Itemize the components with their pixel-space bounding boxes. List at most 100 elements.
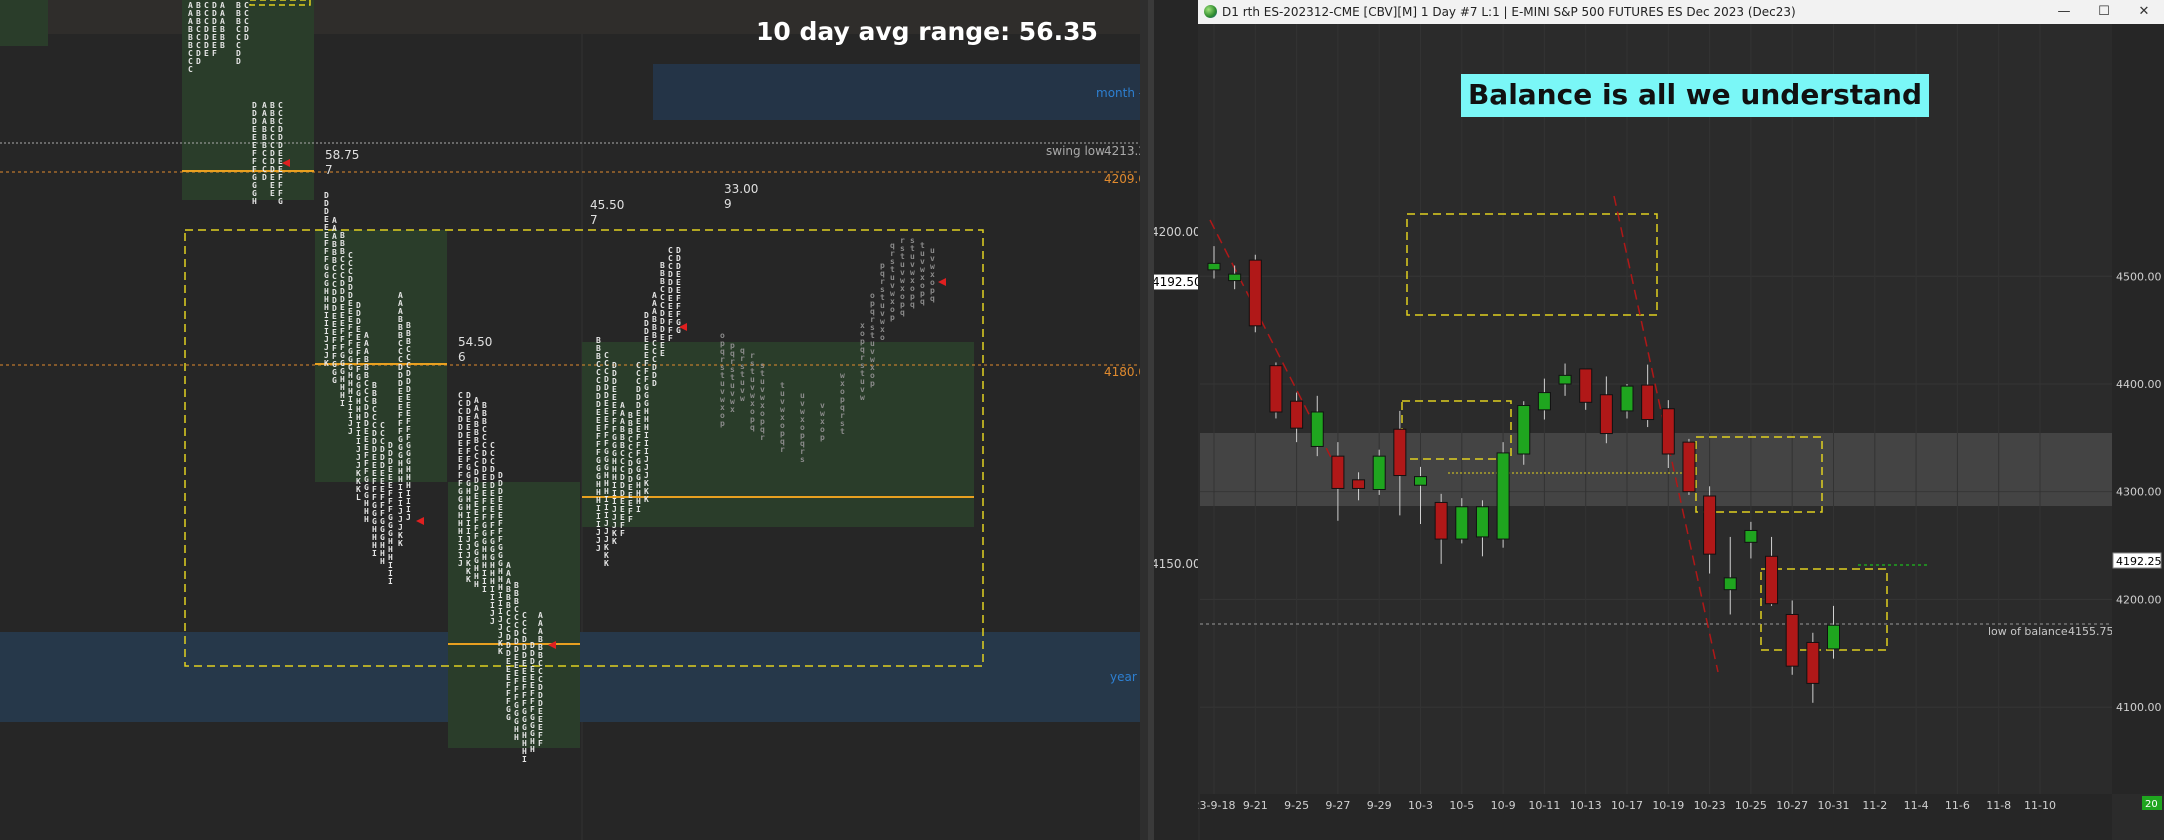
- tpo-letter: p: [820, 433, 825, 442]
- swing-low-label: swing low: [1046, 144, 1105, 158]
- candle-up: [1558, 374, 1572, 385]
- x-tick-label: 11-10: [2024, 799, 2056, 812]
- tpo-letter: p: [870, 379, 875, 388]
- tpo-letter: F: [538, 739, 543, 748]
- x-tick-label: 10-31: [1818, 799, 1850, 812]
- candle-down: [1785, 613, 1799, 667]
- tpo-letter: J: [458, 559, 463, 568]
- tpo-letter: K: [498, 647, 503, 656]
- tpo-letter: E: [204, 49, 209, 58]
- trading-workspace: AAABBBCCCBBBCCCDDCCCDDDEDDDEEEFAAABBBBBB…: [0, 0, 2164, 840]
- axis-tick: 4200.00: [1151, 225, 1201, 239]
- tpo-letter: K: [612, 537, 617, 546]
- tpo-letter: F: [212, 49, 217, 58]
- tpo-letter: D: [652, 379, 657, 388]
- x-axis: 23-9-18 9-21 9-25 9-27 9-29 10-3 10-5 10-9 10-11…: [1198, 799, 2056, 812]
- tpo-letter: p: [720, 419, 725, 428]
- value-area-0: [0, 0, 48, 46]
- x-tick-label: 10-11: [1528, 799, 1560, 812]
- minimize-button[interactable]: —: [2044, 0, 2084, 24]
- session-count: 7: [325, 163, 333, 177]
- axis-tick: 4150.00: [1151, 557, 1201, 571]
- tpo-letter: p: [890, 313, 895, 322]
- globe-icon: [1204, 5, 1217, 18]
- tpo-letter: I: [388, 577, 393, 586]
- tpo-letter: J: [490, 617, 495, 626]
- left-price-axis[interactable]: [1140, 0, 1148, 840]
- tpo-letter: I: [340, 399, 345, 408]
- tpo-letter: H: [364, 515, 369, 524]
- tpo-letter: D: [244, 33, 249, 42]
- price-axis: [2112, 24, 2164, 794]
- maximize-button[interactable]: ☐: [2084, 0, 2124, 24]
- candle-down: [1703, 495, 1717, 555]
- candle-up: [1207, 262, 1221, 271]
- plot-area: [1200, 24, 2112, 794]
- x-tick-label: 11-6: [1945, 799, 1970, 812]
- window-titlebar[interactable]: D1 rth ES-202312-CME [CBV][M] 1 Day #7 L…: [1198, 0, 2164, 24]
- candle-down: [1661, 408, 1675, 455]
- tpo-letter: r: [760, 433, 765, 442]
- candle-down: [1641, 384, 1655, 421]
- left-axis-labels: 4200.00 4150.00 4192.50: [1148, 0, 1205, 840]
- daily-chart-window[interactable]: D1 rth ES-202312-CME [CBV][M] 1 Day #7 L…: [1198, 0, 2164, 840]
- x-tick-label: 10-3: [1408, 799, 1433, 812]
- tpo-letter: B: [220, 41, 225, 50]
- tpo-letter: F: [668, 334, 673, 343]
- poc-marker: [416, 517, 424, 525]
- tpo-letter: t: [840, 427, 845, 436]
- x-tick-label: 10-17: [1611, 799, 1643, 812]
- candle-up: [1310, 411, 1324, 447]
- x-tick-label: 10-5: [1449, 799, 1474, 812]
- tpo-letter: o: [880, 333, 885, 342]
- y-tick-label: 4500.00: [2116, 270, 2162, 283]
- candle-up: [1827, 624, 1840, 650]
- candle-down: [1331, 455, 1345, 489]
- x-tick-label: 10-19: [1652, 799, 1684, 812]
- candle-down: [1579, 368, 1593, 403]
- x-tick-label: 10-9: [1491, 799, 1516, 812]
- market-profile-chart[interactable]: AAABBBCCCBBBCCCDDCCCDDDEDDDEEEFAAABBBBBB…: [0, 0, 1148, 840]
- tpo-letter: H: [252, 197, 257, 206]
- candle-down: [1682, 441, 1696, 493]
- x-tick-label: 10-25: [1735, 799, 1767, 812]
- session-range: 58.75: [325, 148, 359, 162]
- candle-up: [1744, 529, 1758, 543]
- x-tick-label: 11-2: [1862, 799, 1887, 812]
- x-tick-label: 9-29: [1367, 799, 1392, 812]
- tpo-letter: q: [900, 308, 905, 317]
- candlestick-chart[interactable]: low of balance 4155.75 Balance is all we…: [1198, 24, 2164, 840]
- tpo-letter: q: [910, 300, 915, 309]
- candle-up: [1723, 577, 1737, 591]
- pane-divider[interactable]: [1148, 0, 1154, 840]
- session-count: 7: [590, 213, 598, 227]
- candle-up: [1517, 405, 1531, 455]
- tpo-letter: G: [332, 376, 337, 385]
- x-tick-label: 9-25: [1284, 799, 1309, 812]
- close-button[interactable]: ✕: [2124, 0, 2164, 24]
- tpo-letter: E: [660, 349, 665, 358]
- tpo-letter: q: [920, 297, 925, 306]
- x-tick-label: 11-8: [1986, 799, 2011, 812]
- session-range: 45.50: [590, 198, 624, 212]
- month-zone: [653, 64, 1140, 120]
- tpo-letter: s: [800, 455, 805, 464]
- candle-up: [1414, 476, 1427, 486]
- tpo-letter: G: [278, 197, 283, 206]
- x-tick-label: 10-23: [1694, 799, 1726, 812]
- market-profile-canvas[interactable]: AAABBBCCCBBBCCCDDCCCDDDEDDDEEEFAAABBBBBB…: [0, 0, 1148, 840]
- session-count: 9: [724, 197, 732, 211]
- tpo-letter: q: [750, 423, 755, 432]
- tpo-letter: D: [236, 57, 241, 66]
- tpo-letter: J: [596, 544, 601, 553]
- tpo-letter: L: [356, 493, 361, 502]
- candle-down: [1290, 400, 1304, 429]
- x-tick-label: 9-21: [1243, 799, 1268, 812]
- x-tick-label: 9-27: [1325, 799, 1350, 812]
- candle-down: [1248, 259, 1262, 327]
- avg-range-label: 10 day avg range: 56.35: [756, 17, 1098, 46]
- tpo-letter: K: [398, 539, 403, 548]
- tpo-letter: I: [522, 755, 527, 764]
- current-price-badge: 4192.50: [1149, 274, 1205, 290]
- candle-down: [1806, 641, 1820, 684]
